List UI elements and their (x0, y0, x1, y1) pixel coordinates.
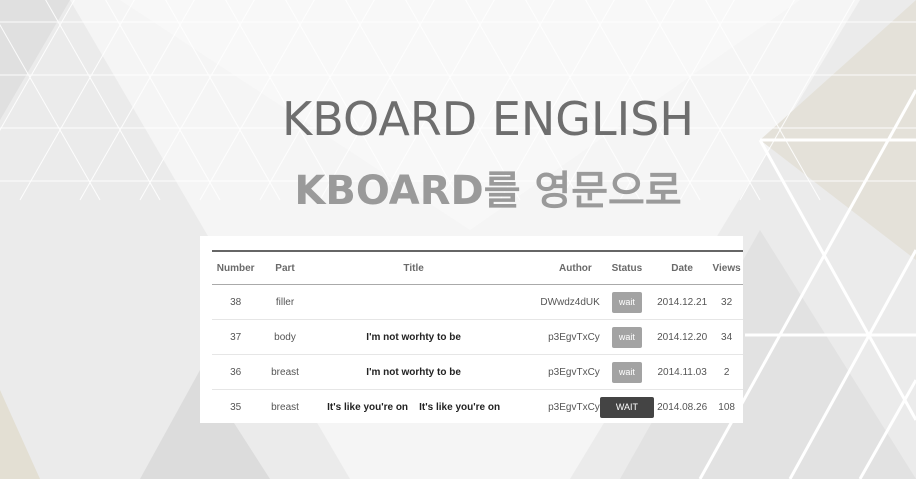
row-part: breast (271, 401, 299, 413)
row-status: WAIT (599, 390, 654, 424)
post-title-link[interactable]: It's like you're on It's like you're on (327, 402, 500, 413)
row-title[interactable]: I'm not worhty to be (310, 319, 517, 355)
page-subtitle: KBOARD를 영문으로 (294, 168, 682, 214)
row-views: 32 (710, 284, 743, 320)
row-number: 38 (212, 284, 260, 320)
row-title[interactable]: It's like you're on It's like you're on (311, 390, 517, 424)
column-author: Author (516, 250, 600, 285)
row-views: 34 (710, 319, 743, 355)
row-status: wait (599, 319, 654, 355)
row-part: breast (259, 354, 311, 390)
row-author: p3EgvTxCy (516, 319, 600, 355)
row-views: 108 (718, 401, 735, 413)
row-number: 37 (212, 319, 260, 355)
row-title[interactable]: I'm not worhty to be (310, 354, 517, 390)
post-title-link[interactable]: I'm not worhty to be (366, 332, 461, 343)
row-status: wait (599, 284, 654, 320)
row-author: DWwdz4dUK (516, 284, 600, 320)
board-panel: Number Part Title Author Status Date Vie… (200, 236, 743, 423)
status-badge: wait (611, 326, 642, 348)
row-part: filler (259, 284, 311, 320)
row-part: body (259, 319, 311, 355)
row-author: p3EgvTxCy (516, 354, 600, 390)
row-date: 2014.08.26 (657, 401, 708, 413)
row-number: 36 (212, 354, 260, 390)
table-header-row: Number Part Title Author Status Date Vie… (212, 250, 743, 285)
status-badge: wait (611, 291, 642, 313)
row-author: p3EgvTxCy (548, 401, 600, 413)
column-number: Number (212, 250, 260, 285)
status-badge: WAIT (599, 396, 654, 418)
row-date: 2014.11.03 (653, 354, 711, 390)
page-title: KBOARD ENGLISH (282, 92, 694, 146)
row-status: wait (599, 354, 654, 390)
table-row[interactable]: 35 breast It's like you're on It's like … (212, 390, 743, 424)
table-row[interactable]: 37 body I'm not worhty to be p3EgvTxCy w… (212, 319, 743, 355)
post-title-link[interactable]: I'm not worhty to be (366, 367, 461, 378)
row-views: 2 (710, 354, 743, 390)
column-status: Status (599, 250, 654, 285)
board-table: Number Part Title Author Status Date Vie… (212, 250, 743, 423)
column-title: Title (310, 250, 517, 285)
row-title[interactable] (310, 284, 517, 320)
status-badge: wait (611, 361, 642, 383)
table-row[interactable]: 38 filler DWwdz4dUK wait 2014.12.21 32 (212, 284, 743, 320)
table-row[interactable]: 36 breast I'm not worhty to be p3EgvTxCy… (212, 354, 743, 390)
row-number: 35 (230, 401, 242, 413)
column-part: Part (259, 250, 311, 285)
column-date: Date (653, 250, 711, 285)
column-views: Views (710, 250, 743, 285)
row-date: 2014.12.21 (653, 284, 711, 320)
row-date: 2014.12.20 (653, 319, 711, 355)
